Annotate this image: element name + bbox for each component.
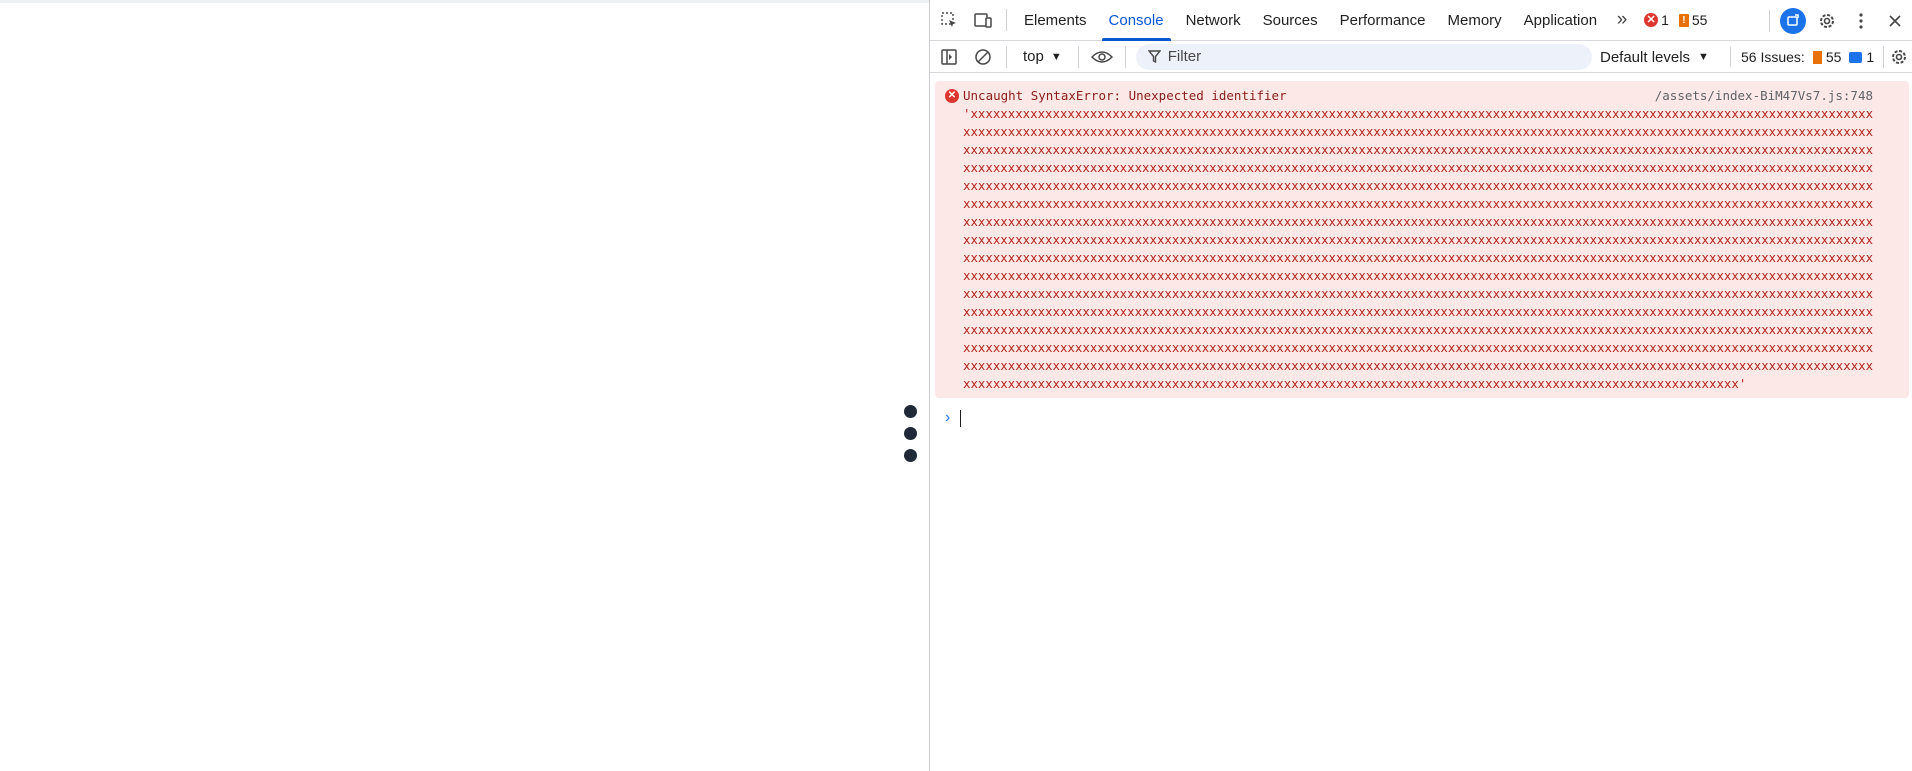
error-icon: ✕ (1644, 13, 1659, 27)
vertical-dots-icon[interactable] (904, 405, 926, 471)
tab-network[interactable]: Network (1175, 0, 1252, 41)
context-selector[interactable]: top ▼ (1013, 48, 1072, 65)
divider (1006, 45, 1007, 68)
chevron-right-icon: › (945, 409, 951, 426)
issues-label: 56 Issues: (1741, 49, 1805, 65)
tab-performance[interactable]: Performance (1329, 0, 1437, 41)
context-label: top (1023, 48, 1044, 65)
dropdown-caret-icon: ▼ (1698, 51, 1709, 63)
settings-gear-icon[interactable] (1810, 4, 1844, 38)
tab-label: Elements (1024, 11, 1087, 29)
console-error-message: ✕ /assets/index-BiM47Vs7.js:748 Uncaught… (935, 81, 1909, 398)
devtools-tabbar: Elements Console Network Sources Perform… (930, 0, 1912, 41)
dot (904, 449, 917, 462)
tab-elements[interactable]: Elements (1013, 0, 1098, 41)
log-levels-label: Default levels (1600, 48, 1691, 66)
tabbar-right-actions (1763, 0, 1912, 41)
text-cursor (960, 409, 962, 427)
issues-counter[interactable]: 56 Issues: 55 1 (1730, 41, 1874, 73)
issues-info-count: 1 (1866, 49, 1875, 65)
console-settings-gear-icon[interactable] (1877, 41, 1908, 73)
inspect-element-icon[interactable] (932, 3, 966, 37)
console-toolbar: top ▼ Filter Default levels ▼ 56 Issues:… (930, 41, 1912, 73)
kebab-menu-icon[interactable] (1844, 4, 1878, 38)
tab-label: Sources (1262, 11, 1318, 29)
devtools-panel: Elements Console Network Sources Perform… (929, 0, 1912, 771)
tab-label: Application (1523, 11, 1598, 29)
console-prompt[interactable]: › (935, 406, 1908, 430)
divider (1730, 47, 1731, 67)
dropdown-caret-icon: ▼ (1050, 50, 1062, 63)
sidebar-toggle-icon[interactable] (932, 40, 966, 74)
tab-label: Memory (1447, 11, 1502, 29)
tab-label: Network (1185, 11, 1241, 29)
dot (904, 405, 917, 418)
warning-count: 55 (1691, 12, 1708, 28)
page-viewport (0, 0, 929, 771)
error-warning-counter[interactable]: ✕ 1 ! 55 (1644, 12, 1707, 28)
error-count: 1 (1661, 12, 1669, 28)
divider (1006, 9, 1007, 31)
clear-console-icon[interactable] (966, 40, 1000, 74)
device-toolbar-icon[interactable] (966, 3, 1000, 37)
log-levels-dropdown[interactable]: Default levels ▼ (1600, 41, 1709, 73)
error-message-body: 'xxxxxxxxxxxxxxxxxxxxxxxxxxxxxxxxxxxxxxx… (963, 106, 1874, 391)
ai-assistance-icon[interactable] (1780, 7, 1806, 34)
issue-info-icon (1849, 51, 1863, 63)
warning-icon: ! (1678, 13, 1689, 27)
tab-memory[interactable]: Memory (1437, 0, 1513, 41)
error-icon: ✕ (945, 89, 959, 103)
issues-warning-count: 55 (1825, 49, 1842, 65)
tab-label: Performance (1339, 11, 1426, 29)
close-icon[interactable] (1878, 4, 1912, 38)
divider (1124, 45, 1126, 68)
divider (1883, 46, 1884, 68)
filter-input[interactable]: Filter (1135, 43, 1592, 70)
error-source-link[interactable]: /assets/index-BiM47Vs7.js:748 (1655, 87, 1873, 105)
console-output: ✕ /assets/index-BiM47Vs7.js:748 Uncaught… (930, 73, 1912, 430)
filter-placeholder: Filter (1167, 48, 1202, 65)
tab-console[interactable]: Console (1098, 0, 1175, 41)
tab-label: Console (1108, 11, 1164, 29)
divider (1769, 9, 1770, 32)
filter-funnel-icon (1147, 50, 1161, 63)
tab-application[interactable]: Application (1513, 0, 1608, 41)
divider (1077, 45, 1079, 68)
tab-sources[interactable]: Sources (1252, 0, 1329, 41)
live-expression-eye-icon[interactable] (1085, 40, 1119, 74)
issue-warning-icon (1812, 50, 1822, 64)
more-tabs-icon[interactable]: » (1608, 9, 1636, 31)
dot (904, 427, 917, 440)
